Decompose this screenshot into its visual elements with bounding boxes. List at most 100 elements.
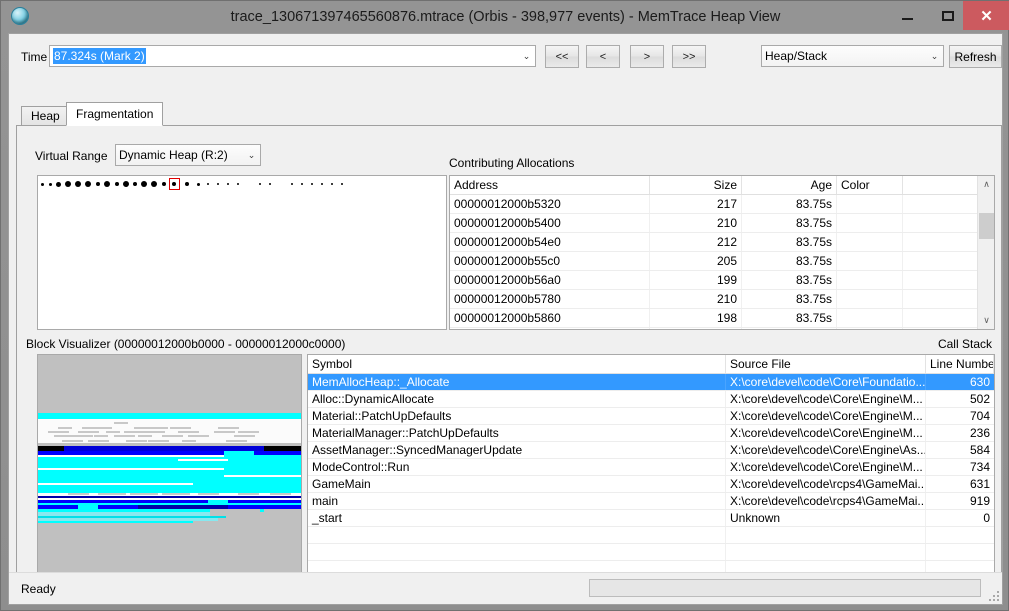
table-body[interactable]: 00000012000b5320 217 83.75s 00000012000b540… bbox=[450, 195, 994, 329]
column-header[interactable]: Symbol bbox=[308, 355, 726, 373]
alloc-vertical-scrollbar[interactable]: ∧ ∨ bbox=[977, 176, 994, 329]
column-header[interactable] bbox=[903, 176, 977, 194]
table-row[interactable]: 00000012000b5860 198 83.75s bbox=[450, 309, 994, 328]
tab-heap[interactable]: Heap bbox=[21, 106, 70, 126]
table-row[interactable]: 00000012000b5780 210 83.75s bbox=[450, 290, 994, 309]
chevron-down-icon[interactable]: ⌄ bbox=[926, 46, 943, 66]
view-mode-combo[interactable]: Heap/Stack ⌄ bbox=[761, 45, 944, 67]
allocation-dot[interactable] bbox=[48, 182, 52, 186]
maximize-button[interactable] bbox=[932, 1, 963, 30]
allocation-dot[interactable] bbox=[237, 183, 239, 185]
allocation-dot[interactable] bbox=[227, 183, 229, 185]
allocation-dot[interactable] bbox=[85, 181, 91, 187]
call-stack-row[interactable]: _start Unknown 0 bbox=[308, 510, 994, 527]
virtual-range-combo[interactable]: Dynamic Heap (R:2) ⌄ bbox=[115, 144, 261, 166]
chevron-down-icon[interactable]: ⌄ bbox=[518, 46, 535, 66]
table-cell: 83.75s bbox=[742, 328, 837, 329]
table-row[interactable]: 00000012000b594021683.75s bbox=[450, 328, 994, 329]
memory-block bbox=[38, 455, 301, 493]
column-header[interactable]: Address bbox=[450, 176, 650, 194]
allocation-dot[interactable] bbox=[291, 183, 293, 185]
refresh-button[interactable]: Refresh bbox=[949, 45, 1002, 68]
call-stack-row[interactable]: MemAllocHeap::_Allocate X:\core\devel\cod… bbox=[308, 374, 994, 391]
allocation-dot[interactable] bbox=[96, 182, 100, 186]
call-stack-body[interactable]: MemAllocHeap::_Allocate X:\core\devel\cod… bbox=[308, 374, 994, 595]
allocation-dot[interactable] bbox=[75, 181, 81, 187]
allocation-dot[interactable] bbox=[341, 183, 343, 185]
table-header-row: Address Size Age Color bbox=[450, 176, 994, 195]
call-stack-row[interactable]: main X:\core\devel\code\rcps4\GameMai... 9… bbox=[308, 493, 994, 510]
call-stack-label: Call Stack bbox=[937, 337, 992, 351]
allocation-dot[interactable] bbox=[311, 183, 313, 185]
nav-next-button[interactable]: > bbox=[630, 45, 664, 68]
tab-fragmentation[interactable]: Fragmentation bbox=[66, 102, 164, 126]
scroll-up-icon[interactable]: ∧ bbox=[978, 176, 994, 193]
call-stack-row[interactable]: ModeControl::Run X:\core\devel\code\Core\… bbox=[308, 459, 994, 476]
call-stack-cell: GameMain bbox=[308, 476, 726, 492]
allocation-dot[interactable] bbox=[40, 182, 44, 186]
call-stack-row[interactable]: AssetManager::SyncedManagerUpdate X:\core… bbox=[308, 442, 994, 459]
call-stack-cell: main bbox=[308, 493, 726, 509]
allocation-dot[interactable] bbox=[162, 182, 166, 186]
chevron-down-icon[interactable]: ⌄ bbox=[243, 145, 260, 165]
allocation-dot[interactable] bbox=[104, 181, 110, 187]
column-header[interactable]: Line Number bbox=[926, 355, 994, 373]
allocation-dot[interactable] bbox=[151, 181, 157, 187]
allocation-dot[interactable] bbox=[269, 183, 271, 185]
column-header[interactable]: Age bbox=[742, 176, 837, 194]
allocation-dot[interactable] bbox=[196, 182, 200, 186]
memory-fragment bbox=[72, 435, 93, 437]
scroll-down-icon[interactable]: ∨ bbox=[978, 312, 994, 329]
table-cell bbox=[837, 252, 903, 270]
table-cell bbox=[903, 290, 977, 308]
allocation-dot[interactable] bbox=[133, 182, 137, 186]
table-cell: 210 bbox=[650, 290, 742, 308]
allocation-dot[interactable] bbox=[115, 182, 119, 186]
contributing-allocations-table[interactable]: Address Size Age Color 00000012000b5320 217 8… bbox=[449, 175, 995, 330]
memory-fragment bbox=[218, 427, 239, 429]
table-row[interactable]: 00000012000b5400 210 83.75s bbox=[450, 214, 994, 233]
nav-prev-button[interactable]: < bbox=[586, 45, 620, 68]
block-visualizer[interactable] bbox=[37, 354, 302, 600]
column-header[interactable]: Source File bbox=[726, 355, 926, 373]
block-visualizer-label: Block Visualizer (00000012000b0000 - 000… bbox=[26, 337, 346, 351]
toolbar: Time 87.324s (Mark 2) ⌄ << < > >> Heap/S… bbox=[9, 34, 1002, 72]
table-row[interactable]: 00000012000b5320 217 83.75s bbox=[450, 195, 994, 214]
resize-grip[interactable] bbox=[987, 589, 999, 601]
allocation-dot[interactable] bbox=[207, 183, 209, 185]
nav-last-button[interactable]: >> bbox=[672, 45, 706, 68]
fragmentation-dot-map[interactable] bbox=[37, 175, 447, 330]
selected-block-marker[interactable] bbox=[169, 178, 180, 190]
call-stack-row[interactable]: Alloc::DynamicAllocate X:\core\devel\code… bbox=[308, 391, 994, 408]
column-header[interactable]: Size bbox=[650, 176, 742, 194]
scrollbar-thumb[interactable] bbox=[979, 213, 994, 239]
allocation-dot[interactable] bbox=[55, 181, 61, 187]
nav-first-button[interactable]: << bbox=[545, 45, 579, 68]
close-button[interactable]: ✕ bbox=[963, 1, 1009, 30]
table-row[interactable]: 00000012000b56a0 199 83.75s bbox=[450, 271, 994, 290]
call-stack-cell bbox=[726, 544, 926, 560]
table-row[interactable]: 00000012000b55c0 205 83.75s bbox=[450, 252, 994, 271]
allocation-dot[interactable] bbox=[65, 181, 71, 187]
table-cell: 83.75s bbox=[742, 290, 837, 308]
memory-fragment bbox=[214, 431, 235, 433]
memory-fragment bbox=[78, 431, 99, 433]
call-stack-table[interactable]: Symbol Source File Line Number MemAllocHea… bbox=[307, 354, 995, 600]
allocation-dot[interactable] bbox=[301, 183, 303, 185]
allocation-dot[interactable] bbox=[185, 182, 189, 186]
allocation-dot[interactable] bbox=[259, 183, 261, 185]
allocation-dot[interactable] bbox=[123, 181, 129, 187]
allocation-dot[interactable] bbox=[141, 181, 147, 187]
call-stack-row[interactable]: GameMain X:\core\devel\code\rcps4\GameMai… bbox=[308, 476, 994, 493]
table-row[interactable]: 00000012000b54e0 212 83.75s bbox=[450, 233, 994, 252]
allocation-dot[interactable] bbox=[331, 183, 333, 185]
call-stack-row[interactable]: MaterialManager::PatchUpDefaults X:\core\… bbox=[308, 425, 994, 442]
call-stack-row[interactable]: Material::PatchUpDefaults X:\core\devel\c… bbox=[308, 408, 994, 425]
minimize-button[interactable] bbox=[892, 1, 923, 30]
allocation-dot[interactable] bbox=[321, 183, 323, 185]
memory-fragment bbox=[198, 493, 219, 495]
table-cell: 00000012000b55c0 bbox=[450, 252, 650, 270]
time-combo[interactable]: 87.324s (Mark 2) ⌄ bbox=[49, 45, 536, 67]
column-header[interactable]: Color bbox=[837, 176, 903, 194]
allocation-dot[interactable] bbox=[217, 183, 219, 185]
